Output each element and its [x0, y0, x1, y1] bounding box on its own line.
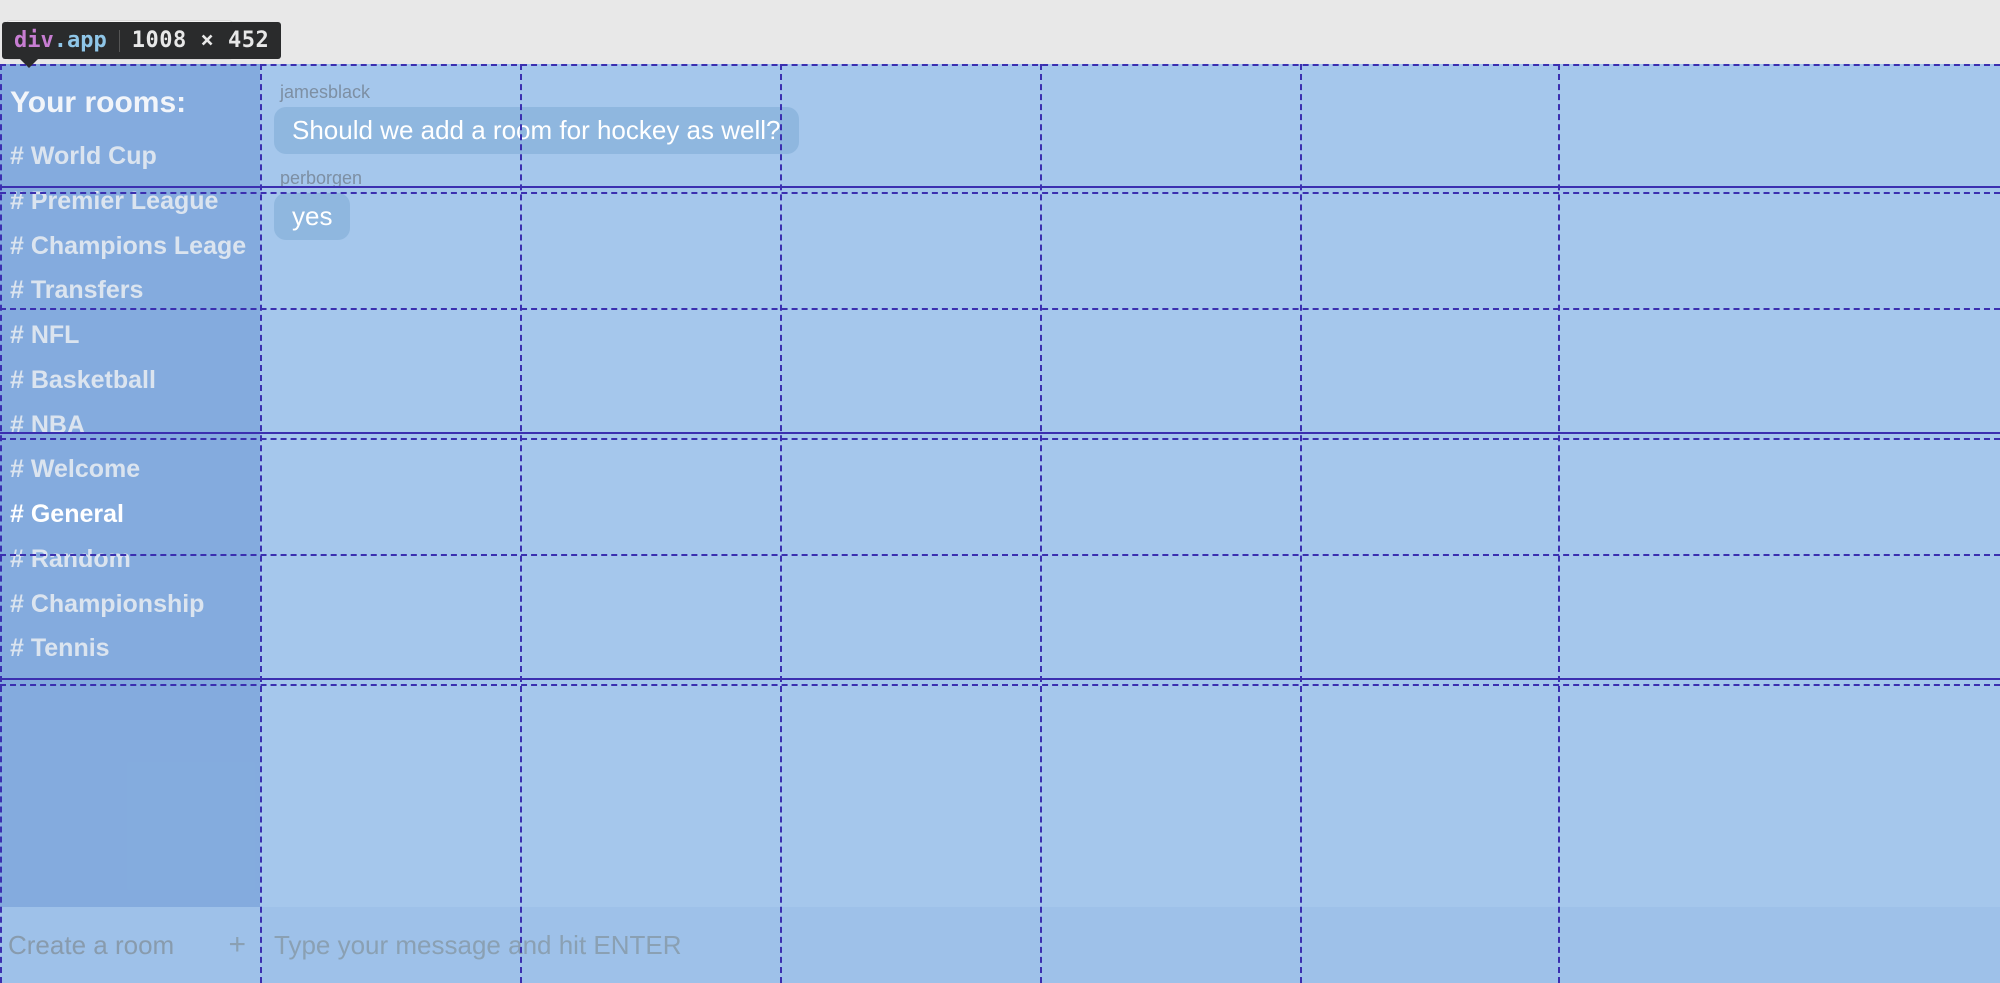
tooltip-classname: .app	[54, 28, 107, 53]
app-container: Your rooms: # World Cup# Premier League#…	[0, 64, 2000, 983]
tooltip-tagname: div	[14, 28, 54, 53]
create-room-label: Create a room	[8, 930, 174, 961]
messages-panel: jamesblack Should we add a room for hocke…	[260, 64, 2000, 907]
message-input-container	[260, 907, 2000, 983]
room-item[interactable]: # Basketball	[10, 358, 250, 403]
room-item[interactable]: # Tennis	[10, 626, 250, 671]
sidebar-title: Your rooms:	[10, 86, 250, 120]
browser-titlebar	[0, 0, 2000, 20]
create-room-button[interactable]: Create a room +	[0, 907, 260, 983]
tooltip-dimensions: 1008 × 452	[132, 28, 269, 53]
message-bubble: yes	[274, 193, 350, 240]
message-input[interactable]	[274, 930, 1986, 961]
plus-icon: +	[228, 928, 246, 962]
room-item[interactable]: # General	[10, 492, 250, 537]
message-sender: jamesblack	[280, 82, 1986, 103]
room-item[interactable]: # World Cup	[10, 134, 250, 179]
message: jamesblack Should we add a room for hocke…	[274, 82, 1986, 154]
room-item[interactable]: # Transfers	[10, 268, 250, 313]
message-bubble: Should we add a room for hockey as well?	[274, 107, 799, 154]
room-item[interactable]: # NFL	[10, 313, 250, 358]
rooms-sidebar: Your rooms: # World Cup# Premier League#…	[0, 64, 260, 907]
tooltip-separator	[119, 30, 120, 52]
room-item[interactable]: # NBA	[10, 403, 250, 448]
message: perborgen yes	[274, 168, 1986, 240]
room-item[interactable]: # Random	[10, 537, 250, 582]
room-item[interactable]: # Championship	[10, 582, 250, 627]
room-item[interactable]: # Welcome	[10, 447, 250, 492]
room-item[interactable]: # Champions Leage	[10, 224, 250, 269]
devtools-element-tooltip: div.app 1008 × 452	[2, 22, 281, 59]
message-sender: perborgen	[280, 168, 1986, 189]
room-item[interactable]: # Premier League	[10, 179, 250, 224]
